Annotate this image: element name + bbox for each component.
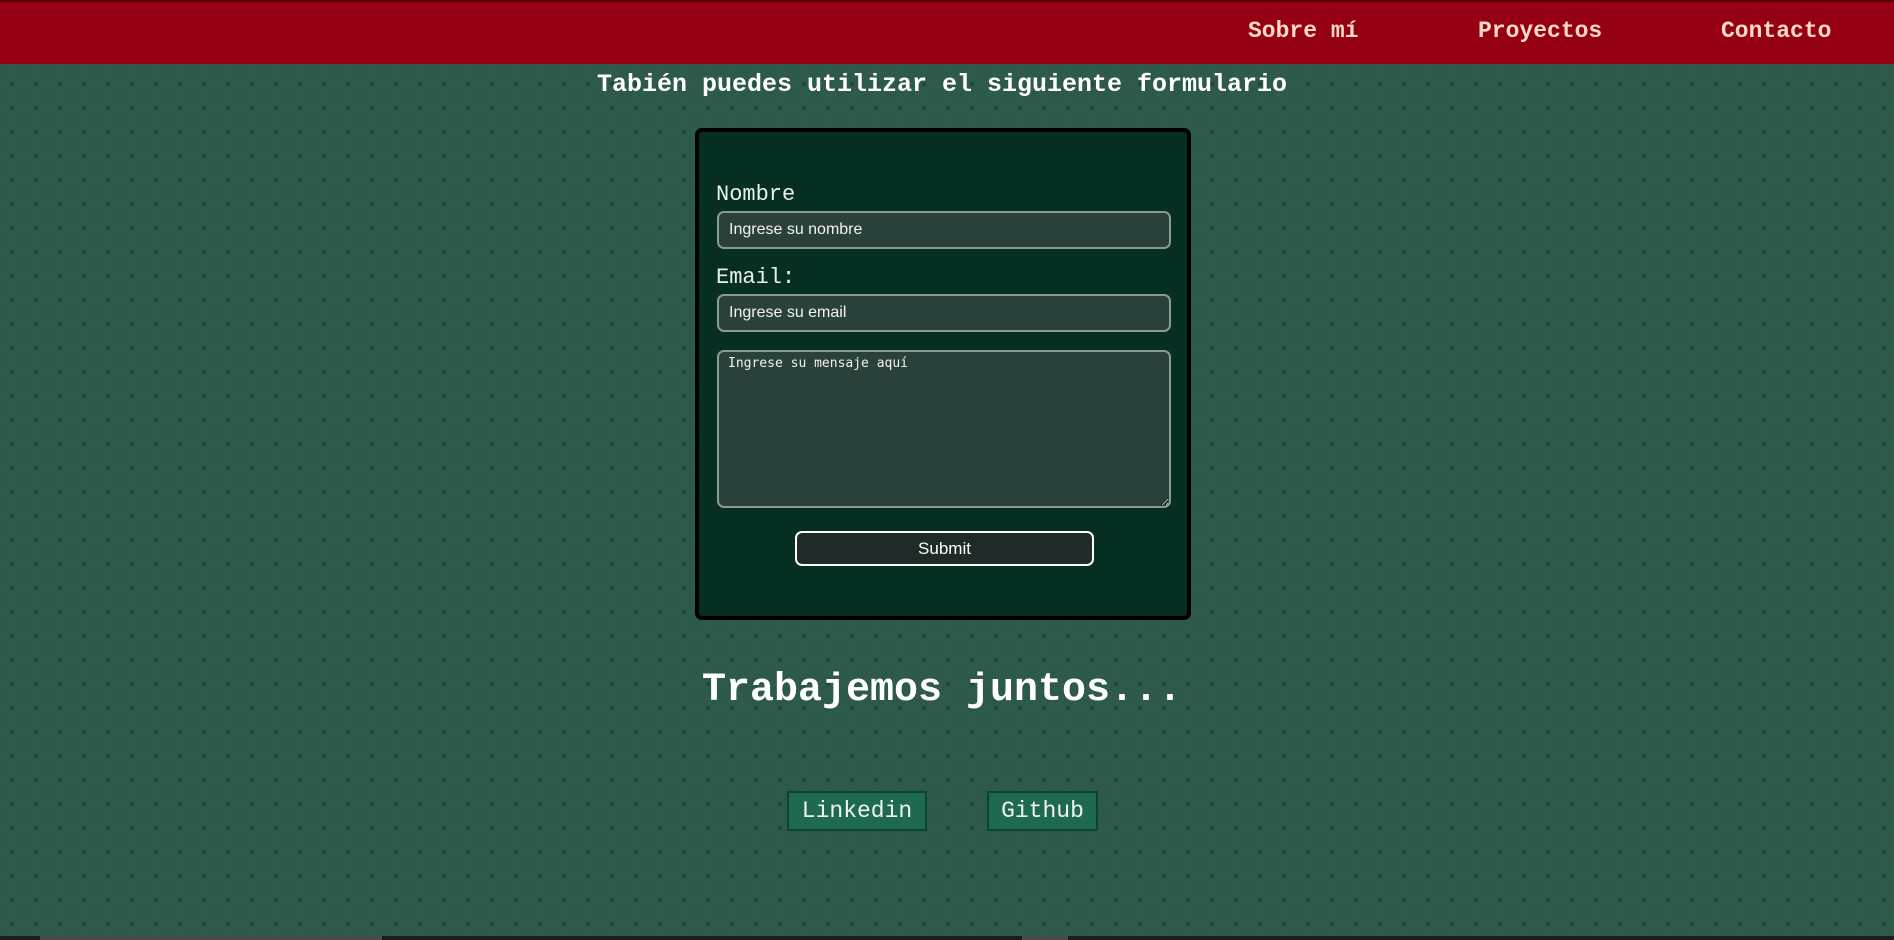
contact-form: Nombre Email: Submit bbox=[695, 128, 1191, 620]
work-together-heading: Trabajemos juntos... bbox=[701, 668, 1183, 713]
nav-link-contacto[interactable]: Contacto bbox=[1721, 18, 1831, 44]
scrollbar-thumb[interactable] bbox=[40, 936, 382, 940]
nav-link-sobre-mi[interactable]: Sobre mí bbox=[1248, 18, 1358, 44]
submit-button[interactable]: Submit bbox=[795, 531, 1094, 566]
nav-link-proyectos[interactable]: Proyectos bbox=[1478, 18, 1602, 44]
scrollbar-marker bbox=[1022, 936, 1068, 940]
linkedin-link[interactable]: Linkedin bbox=[787, 791, 927, 831]
name-input[interactable] bbox=[717, 211, 1171, 249]
horizontal-scrollbar[interactable] bbox=[0, 936, 1894, 940]
github-link[interactable]: Github bbox=[987, 791, 1098, 831]
form-heading: Tabién puedes utilizar el siguiente form… bbox=[596, 70, 1288, 99]
email-input[interactable] bbox=[717, 294, 1171, 332]
message-textarea[interactable] bbox=[717, 350, 1171, 508]
email-label: Email: bbox=[716, 265, 796, 290]
name-label: Nombre bbox=[716, 182, 796, 207]
top-navbar: Sobre mí Proyectos Contacto bbox=[0, 0, 1894, 64]
